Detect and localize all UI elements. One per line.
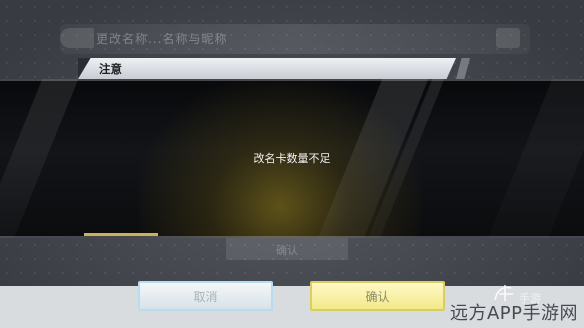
- background-corner-button: [496, 28, 520, 48]
- background-back-button: [60, 28, 94, 48]
- confirm-button-label: 确认: [365, 289, 390, 304]
- dialog-body-band: 改名卡数量不足: [0, 79, 584, 238]
- cancel-button-label: 取消: [193, 289, 218, 304]
- dialog-header: [78, 58, 456, 79]
- confirm-button[interactable]: 确认: [310, 281, 445, 311]
- cancel-button[interactable]: 取消: [138, 281, 273, 311]
- band-accent-mark: [84, 233, 158, 236]
- dialog-message: 改名卡数量不足: [253, 152, 331, 165]
- background-button-label: 确认: [276, 244, 298, 257]
- watermark-text: 远方APP手游网: [449, 303, 578, 324]
- game-screen: 更改名称...名称与昵称 注意 改名卡数量不足 确认 取消 确认 手游 远方AP…: [0, 0, 584, 328]
- dialog-title: 注意: [99, 62, 122, 76]
- background-title-text: 更改名称...名称与昵称: [96, 32, 228, 46]
- band-top-edge: [0, 79, 584, 81]
